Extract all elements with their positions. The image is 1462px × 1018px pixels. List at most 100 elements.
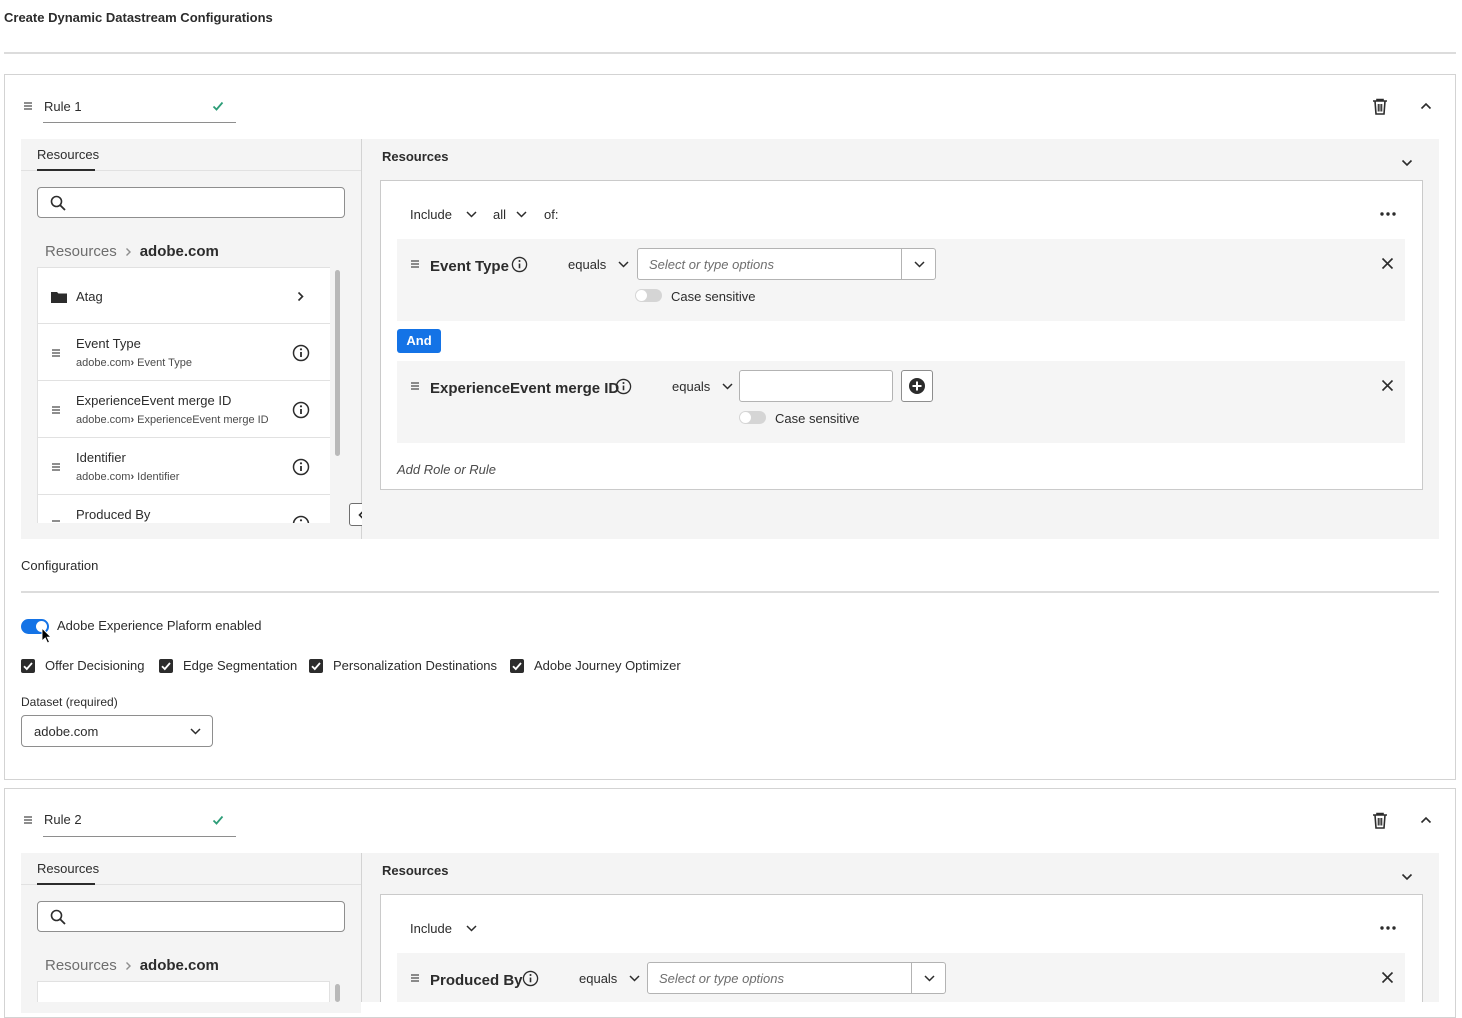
chevron-up-icon — [1420, 816, 1432, 824]
more-options-icon[interactable] — [1380, 926, 1396, 930]
list-scrollbar[interactable] — [335, 984, 340, 1002]
collapse-rule-button[interactable] — [1420, 102, 1432, 110]
chevron-right-icon — [125, 961, 131, 970]
list-item-title: Atag — [76, 289, 103, 304]
chevron-right-icon — [125, 247, 131, 256]
valid-check-icon — [212, 814, 224, 826]
list-item-path: adobe.com› ExperienceEvent merge ID — [76, 414, 269, 426]
builder-collapse-button[interactable] — [1401, 159, 1413, 167]
rule-name-input[interactable]: Rule 2 — [44, 812, 82, 827]
and-operator-button[interactable]: And — [397, 329, 441, 353]
quantifier-select[interactable]: all — [493, 207, 527, 222]
combobox-divider — [911, 963, 912, 993]
chevron-up-icon — [1420, 102, 1432, 110]
list-item-atag[interactable]: Atag — [37, 267, 330, 324]
value-input[interactable] — [739, 370, 893, 402]
chevron-down-icon — [914, 261, 925, 268]
chevron-down-icon — [516, 211, 527, 218]
case-sensitive-toggle[interactable] — [739, 411, 766, 424]
platform-enabled-label: Adobe Experience Plaform enabled — [57, 618, 262, 633]
list-item-merge-id[interactable]: ExperienceEvent merge ID adobe.com› Expe… — [37, 381, 330, 438]
info-icon[interactable] — [522, 970, 539, 987]
rule-name-underline — [43, 122, 236, 123]
breadcrumb-root[interactable]: Resources — [45, 243, 117, 260]
delete-rule-button[interactable] — [1372, 98, 1388, 115]
path-prefix: adobe.com — [76, 414, 131, 426]
add-value-button[interactable] — [901, 370, 933, 402]
checkbox-label: Adobe Journey Optimizer — [534, 658, 681, 673]
chevron-down-icon — [618, 261, 629, 268]
info-icon — [292, 344, 310, 362]
search-icon — [50, 195, 66, 211]
info-icon[interactable] — [511, 256, 528, 273]
include-select[interactable]: Include — [410, 207, 477, 222]
search-input[interactable] — [37, 187, 345, 218]
list-item-title: Identifier — [76, 450, 126, 465]
tab-selected-indicator — [37, 883, 95, 885]
rule-name-input[interactable]: Rule 1 — [44, 99, 82, 114]
builder-title: Resources — [382, 863, 449, 878]
remove-condition-button[interactable] — [1381, 379, 1394, 392]
remove-condition-button[interactable] — [1381, 971, 1394, 984]
info-icon — [292, 515, 310, 523]
list-item-produced-by[interactable]: Produced By — [37, 495, 330, 523]
builder-collapse-button[interactable] — [1401, 873, 1413, 881]
checkmark-icon — [23, 661, 33, 670]
list-item-identifier[interactable]: Identifier adobe.com› Identifier — [37, 438, 330, 495]
more-options-icon[interactable] — [1380, 212, 1396, 216]
value-placeholder: Select or type options — [659, 971, 785, 986]
checkbox-personalization-destinations[interactable]: Personalization Destinations — [309, 658, 497, 673]
value-combobox[interactable]: Select or type options — [637, 248, 936, 280]
operator-select[interactable]: equals — [568, 257, 629, 272]
list-item-title: Produced By — [76, 507, 151, 522]
delete-rule-button[interactable] — [1372, 812, 1388, 829]
operator-select[interactable]: equals — [672, 379, 733, 394]
checkbox-adobe-journey-optimizer[interactable]: Adobe Journey Optimizer — [510, 658, 681, 673]
checkbox-box — [309, 658, 323, 673]
list-scrollbar[interactable] — [335, 270, 340, 456]
checkbox-box — [159, 658, 173, 673]
tab-selected-indicator — [37, 169, 95, 171]
chevron-down-icon — [1401, 159, 1413, 167]
breadcrumb-current: adobe.com — [139, 243, 219, 260]
path-separator: › — [130, 414, 135, 426]
folder-icon — [51, 292, 67, 303]
add-role-or-rule-link[interactable]: Add Role or Rule — [397, 462, 496, 477]
path-prefix: adobe.com — [76, 357, 131, 369]
condition-field: Event Type — [430, 258, 509, 275]
breadcrumb-root[interactable]: Resources — [45, 957, 117, 974]
list-item-event-type[interactable]: Event Type adobe.com› Event Type — [37, 324, 330, 381]
combobox-divider — [901, 249, 902, 279]
operator-select[interactable]: equals — [579, 971, 640, 986]
remove-condition-button[interactable] — [1381, 257, 1394, 270]
checkbox-edge-segmentation[interactable]: Edge Segmentation — [159, 658, 297, 673]
checkbox-offer-decisioning[interactable]: Offer Decisioning — [21, 658, 144, 673]
path-separator: › — [130, 357, 135, 369]
collapse-rule-button[interactable] — [1420, 816, 1432, 824]
close-icon — [1381, 971, 1394, 984]
dataset-dropdown[interactable]: adobe.com — [21, 715, 213, 747]
mouse-cursor-icon — [41, 627, 52, 644]
value-placeholder: Select or type options — [649, 257, 775, 272]
resource-list: Atag Event Type adobe.com› Event Type Ex… — [37, 267, 330, 523]
info-icon[interactable] — [615, 378, 632, 395]
checkbox-label: Edge Segmentation — [183, 658, 298, 673]
case-sensitive-toggle[interactable] — [635, 289, 662, 302]
breadcrumb: Resources adobe.com — [45, 243, 219, 260]
value-combobox[interactable]: Select or type options — [647, 962, 946, 994]
search-input[interactable] — [37, 901, 345, 932]
tab-resources[interactable]: Resources — [37, 861, 99, 876]
drag-handle-icon[interactable] — [410, 973, 420, 983]
breadcrumb: Resources adobe.com — [45, 957, 219, 974]
tab-resources[interactable]: Resources — [37, 147, 99, 162]
include-select[interactable]: Include — [410, 921, 477, 936]
list-item-path: adobe.com› Identifier — [76, 471, 179, 483]
close-icon — [1381, 257, 1394, 270]
checkbox-label: Personalization Destinations — [333, 658, 498, 673]
dataset-label: Dataset (required) — [21, 695, 118, 709]
drag-handle-icon[interactable] — [410, 381, 420, 391]
dataset-value: adobe.com — [34, 724, 99, 739]
drag-handle-icon[interactable] — [410, 259, 420, 269]
drag-handle-icon[interactable] — [23, 101, 33, 111]
drag-handle-icon[interactable] — [23, 815, 33, 825]
